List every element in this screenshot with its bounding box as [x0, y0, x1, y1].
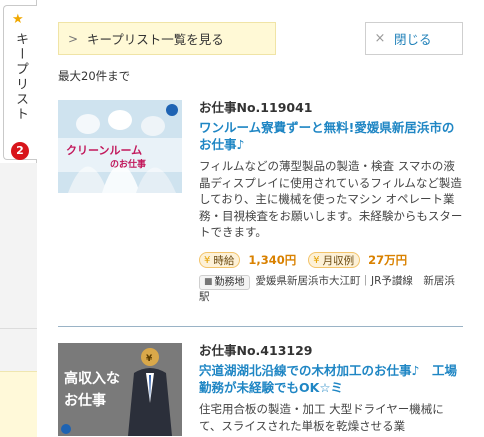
- high-income-image: ¥ 高収入な お仕事: [58, 343, 182, 436]
- hourly-pay-tag: ¥ 時給: [199, 252, 241, 268]
- svg-text:¥: ¥: [146, 354, 153, 364]
- close-button[interactable]: × 閉じる: [365, 22, 463, 55]
- keep-list-tab[interactable]: ★ キープリスト 2: [3, 5, 37, 160]
- hourly-pay-label: 時給: [213, 254, 235, 267]
- monthly-pay-label: 月収例: [322, 254, 355, 267]
- job-thumbnail[interactable]: クリーンルーム のお仕事: [58, 100, 182, 193]
- money-icon: ¥: [204, 254, 211, 266]
- job-title-link[interactable]: 宍道湖湖北沿線での木材加工のお仕事♪ 工場勤務が未経験でもOK☆ミ: [199, 362, 463, 396]
- job-description: 住宅用合板の製造・加工 大型ドライヤー機械にて、スライスされた単板を乾燥させる業: [199, 402, 444, 433]
- hourly-pay-value: 1,340円: [248, 253, 297, 267]
- keep-count-badge: 2: [11, 142, 29, 160]
- job-number: お仕事No.413129: [199, 343, 313, 358]
- monthly-pay-value: 27万円: [368, 253, 408, 267]
- chevron-right-icon: >: [67, 31, 79, 46]
- clean-room-image: クリーンルーム のお仕事: [58, 100, 182, 193]
- max-items-note: 最大20件まで: [58, 69, 131, 83]
- side-highlight: [0, 371, 37, 437]
- job-title-link[interactable]: ワンルーム寮費ずーと無料!愛媛県新居浜市のお仕事♪: [199, 119, 463, 153]
- view-keep-list-label: キープリスト一覧を見る: [87, 32, 224, 47]
- thumb-caption-1: 高収入な: [64, 370, 120, 387]
- close-icon: ×: [374, 31, 386, 46]
- job-description: フィルムなどの薄型製品の製造・検査 スマホの液晶ディスプレイに使用されているフィ…: [199, 159, 463, 239]
- job-thumbnail[interactable]: ¥ 高収入な お仕事: [58, 343, 182, 436]
- keep-list-panel: > キープリスト一覧を見る × 閉じる 最大20件まで クリーンルーム のお仕事: [37, 0, 484, 437]
- side-divider: [0, 328, 37, 329]
- close-label: 閉じる: [394, 32, 432, 47]
- location-tag: ■ 勤務地: [199, 275, 250, 290]
- money-icon: ¥: [313, 254, 320, 266]
- keep-list-tab-label: キープリスト: [13, 32, 28, 122]
- location-row: ■ 勤務地 愛媛県新居浜市大江町｜JR予讃線 新居浜駅: [199, 274, 463, 305]
- building-icon: ■: [204, 277, 213, 287]
- side-background: [0, 163, 37, 437]
- star-icon: ★: [12, 12, 24, 27]
- thumb-caption-2: のお仕事: [110, 158, 146, 170]
- monthly-pay-tag: ¥ 月収例: [308, 252, 361, 268]
- view-keep-list-button[interactable]: > キープリスト一覧を見る: [58, 22, 276, 55]
- keep-list-side-tab[interactable]: ★ キープリスト 2: [0, 0, 37, 437]
- pay-row: ¥ 時給 1,340円 ¥ 月収例 27万円: [199, 252, 419, 268]
- thumb-caption-1: クリーンルーム: [66, 144, 142, 157]
- location-label: 勤務地: [214, 277, 245, 288]
- job-number: お仕事No.119041: [199, 100, 313, 115]
- thumb-caption-2: お仕事: [64, 392, 106, 409]
- job-divider: [58, 326, 463, 327]
